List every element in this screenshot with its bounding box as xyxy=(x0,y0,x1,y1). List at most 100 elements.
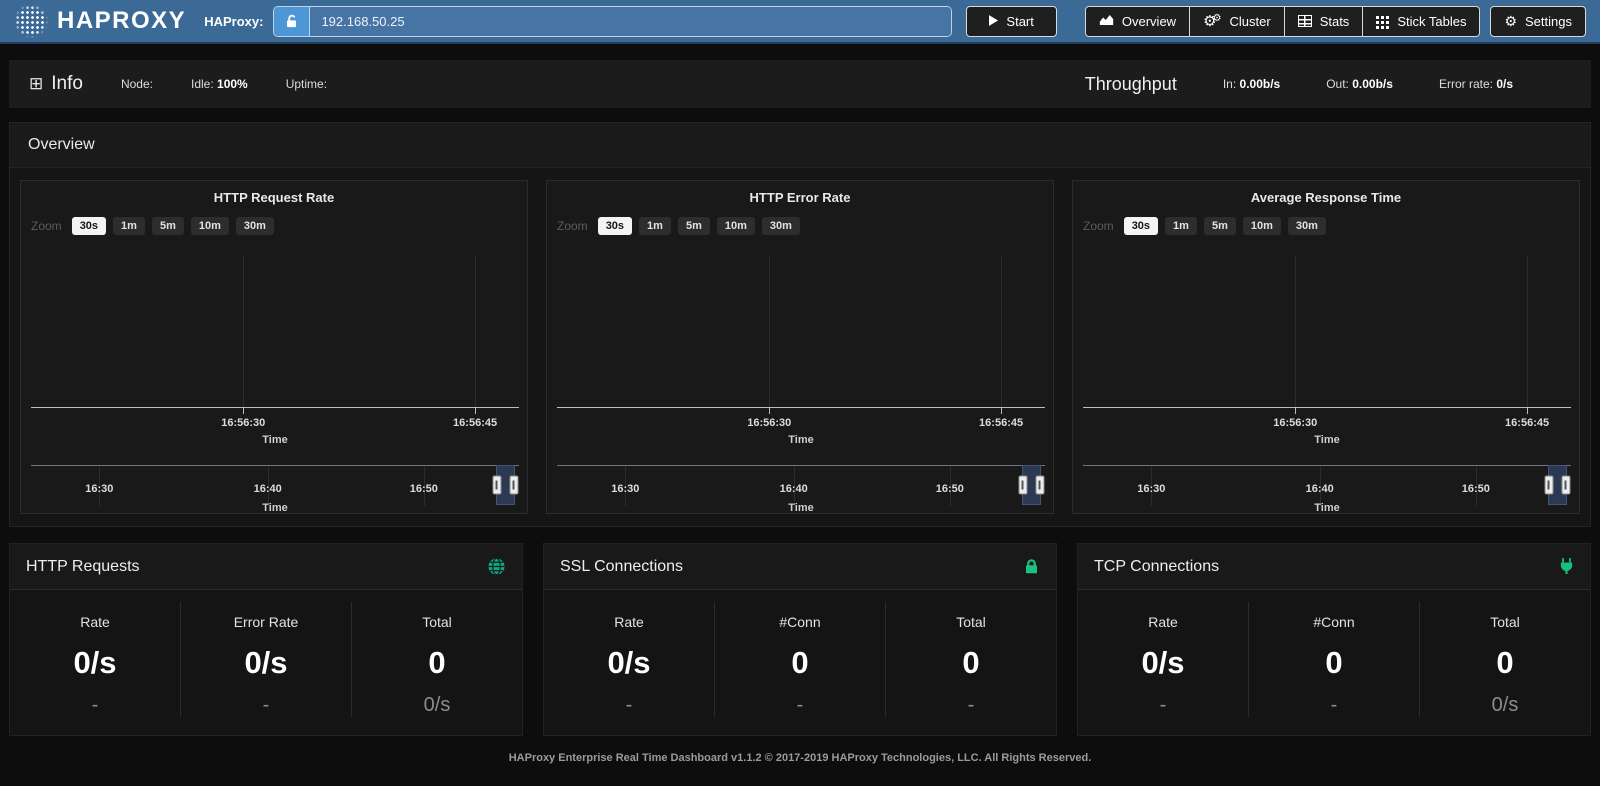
navigator-left-handle[interactable] xyxy=(492,476,501,495)
nav-tick-label: 16:50 xyxy=(936,483,964,495)
nav-tick-label: 16:40 xyxy=(780,483,808,495)
x-tick-label: 16:56:30 xyxy=(747,417,791,429)
gridline xyxy=(1295,255,1296,408)
throughput-label: Throughput xyxy=(1085,74,1177,95)
info-bar: ⊞ Info Node: Idle: 100% Uptime: Throughp… xyxy=(9,60,1591,108)
card-title: TCP Connections xyxy=(1094,558,1219,576)
nav-axis-title: Time xyxy=(557,502,1045,514)
gridline xyxy=(1001,255,1002,408)
stat-total: Total 0 - xyxy=(885,602,1056,717)
zoom-1m-button[interactable]: 1m xyxy=(113,217,145,235)
globe-icon xyxy=(487,557,506,576)
gridline xyxy=(475,255,476,408)
zoom-5m-button[interactable]: 5m xyxy=(152,217,184,235)
zoom-5m-button[interactable]: 5m xyxy=(1204,217,1236,235)
nav-axis-title: Time xyxy=(1083,502,1571,514)
nav-tick-label: 16:30 xyxy=(611,483,639,495)
gear-icon: ⚙ xyxy=(1504,14,1517,28)
nav-tick-label: 16:40 xyxy=(254,483,282,495)
navigator-right-handle[interactable] xyxy=(1561,476,1570,495)
zoom-30m-button[interactable]: 30m xyxy=(236,217,274,235)
zoom-5m-button[interactable]: 5m xyxy=(678,217,710,235)
x-axis-line xyxy=(1083,407,1571,408)
navigator-selection[interactable] xyxy=(1022,465,1041,505)
stat-cards-row: HTTP Requests Rate 0/s - Error Rate 0/s … xyxy=(9,543,1591,736)
nav-axis-title: Time xyxy=(31,502,519,514)
top-navbar: HAPROXY HAProxy: Start Overview ⚙⚙ Clust… xyxy=(0,0,1600,44)
nav-tick-label: 16:30 xyxy=(1137,483,1165,495)
card-tcp-connections: TCP Connections Rate 0/s - #Conn 0 - Tot… xyxy=(1077,543,1591,736)
address-input[interactable] xyxy=(310,7,951,36)
charts-row: HTTP Request Rate Zoom 30s 1m 5m 10m 30m… xyxy=(10,168,1590,526)
brand: HAPROXY xyxy=(14,4,186,38)
settings-button[interactable]: ⚙ Settings xyxy=(1490,6,1586,37)
throughput-section: Throughput In: 0.00b/s Out: 0.00b/s Erro… xyxy=(1085,74,1571,95)
x-axis-line xyxy=(31,407,519,408)
x-axis-title: Time xyxy=(557,434,1045,446)
zoom-10m-button[interactable]: 10m xyxy=(1243,217,1281,235)
info-left: ⊞ Info Node: Idle: 100% Uptime: xyxy=(29,73,327,95)
range-navigator[interactable]: 16:30 16:40 16:50 Time xyxy=(1083,465,1571,514)
navigator-selection[interactable] xyxy=(1548,465,1567,505)
x-tick-label: 16:56:45 xyxy=(1505,417,1549,429)
navigator-right-handle[interactable] xyxy=(509,476,518,495)
card-title: HTTP Requests xyxy=(26,558,140,576)
navigator-selection[interactable] xyxy=(496,465,515,505)
stat-rate: Rate 0/s - xyxy=(544,602,714,717)
plot-area[interactable]: 16:56:30 16:56:45 Time xyxy=(557,253,1045,408)
stat-total: Total 0 0/s xyxy=(351,602,522,717)
plus-square-icon: ⊞ xyxy=(29,74,43,94)
range-navigator[interactable]: 16:30 16:40 16:50 Time xyxy=(31,465,519,514)
tab-overview[interactable]: Overview xyxy=(1085,6,1190,37)
tab-cluster[interactable]: ⚙⚙ Cluster xyxy=(1190,6,1285,37)
x-axis-title: Time xyxy=(1083,434,1571,446)
uptime-field: Uptime: xyxy=(286,77,327,91)
brand-text: HAPROXY xyxy=(57,7,186,35)
gridline xyxy=(769,255,770,408)
zoom-30m-button[interactable]: 30m xyxy=(762,217,800,235)
stat-error-rate: Error Rate 0/s - xyxy=(180,602,351,717)
stat-conn: #Conn 0 - xyxy=(1248,602,1419,717)
haproxy-logo-icon xyxy=(14,4,48,38)
gridline xyxy=(1527,255,1528,408)
info-toggle[interactable]: ⊞ Info xyxy=(29,73,83,95)
nav-tick-label: 16:50 xyxy=(410,483,438,495)
zoom-1m-button[interactable]: 1m xyxy=(1165,217,1197,235)
zoom-30s-button[interactable]: 30s xyxy=(1124,217,1158,235)
zoom-30m-button[interactable]: 30m xyxy=(1288,217,1326,235)
zoom-controls: Zoom 30s 1m 5m 10m 30m xyxy=(31,217,274,235)
x-tick-label: 16:56:30 xyxy=(221,417,265,429)
instance-label: HAProxy: xyxy=(204,14,263,29)
start-button[interactable]: Start xyxy=(966,6,1056,37)
zoom-controls: Zoom 30s 1m 5m 10m 30m xyxy=(557,217,800,235)
unlock-icon xyxy=(274,7,310,36)
table-icon xyxy=(1298,15,1312,27)
zoom-30s-button[interactable]: 30s xyxy=(72,217,106,235)
chart-title: HTTP Error Rate xyxy=(547,190,1053,205)
card-title: SSL Connections xyxy=(560,558,683,576)
overview-title: Overview xyxy=(10,123,1590,168)
stat-rate: Rate 0/s - xyxy=(1078,602,1248,717)
x-axis-title: Time xyxy=(31,434,519,446)
zoom-10m-button[interactable]: 10m xyxy=(191,217,229,235)
x-tick-label: 16:56:30 xyxy=(1273,417,1317,429)
navigator-left-handle[interactable] xyxy=(1018,476,1027,495)
zoom-10m-button[interactable]: 10m xyxy=(717,217,755,235)
plot-area[interactable]: 16:56:30 16:56:45 Time xyxy=(31,253,519,408)
chart-title: HTTP Request Rate xyxy=(21,190,527,205)
navigator-left-handle[interactable] xyxy=(1544,476,1553,495)
navigator-right-handle[interactable] xyxy=(1035,476,1044,495)
tab-stats[interactable]: Stats xyxy=(1285,6,1364,37)
nav-tick-label: 16:30 xyxy=(85,483,113,495)
zoom-1m-button[interactable]: 1m xyxy=(639,217,671,235)
x-tick-label: 16:56:45 xyxy=(453,417,497,429)
chart-average-response-time: Average Response Time Zoom 30s 1m 5m 10m… xyxy=(1072,180,1580,514)
view-tabs: Overview ⚙⚙ Cluster Stats Stick Tables xyxy=(1085,6,1481,37)
nav-tick-label: 16:40 xyxy=(1306,483,1334,495)
plot-area[interactable]: 16:56:30 16:56:45 Time xyxy=(1083,253,1571,408)
error-rate: Error rate: 0/s xyxy=(1439,77,1513,91)
zoom-30s-button[interactable]: 30s xyxy=(598,217,632,235)
play-icon xyxy=(989,14,998,29)
range-navigator[interactable]: 16:30 16:40 16:50 Time xyxy=(557,465,1045,514)
tab-stick-tables[interactable]: Stick Tables xyxy=(1363,6,1480,37)
